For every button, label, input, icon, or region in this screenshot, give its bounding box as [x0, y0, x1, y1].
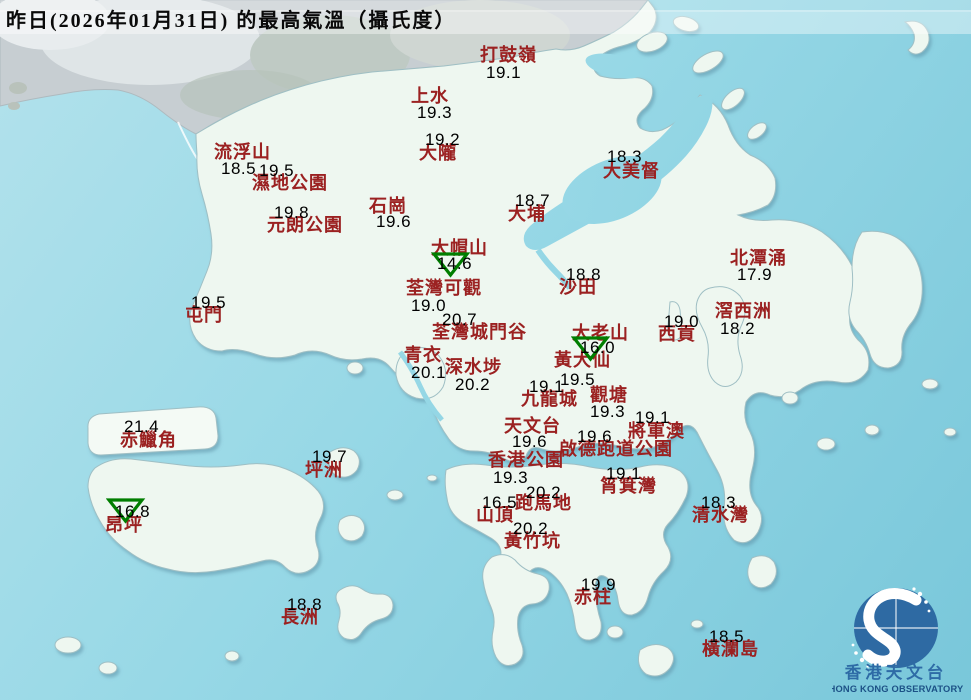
station-temp-value: 19.0: [664, 312, 700, 331]
station-temp-value: 20.2: [455, 375, 491, 394]
station-temp-value: 14.6: [437, 254, 473, 273]
station-temp-value: 19.5: [191, 293, 227, 312]
station-temp-value: 19.1: [606, 464, 642, 483]
station-temp-value: 19.0: [411, 296, 447, 315]
station-name-label: 香港公園: [488, 450, 564, 470]
station-temp-value: 18.5: [709, 627, 745, 646]
station-temp-value: 19.1: [486, 63, 522, 82]
station-temp-value: 18.5: [221, 159, 257, 178]
station-temp-value: 16.8: [115, 502, 151, 521]
station-temp-value: 19.5: [259, 161, 295, 180]
station-temp-value: 21.4: [124, 417, 160, 436]
map-title: 昨日(2026年01月31日) 的最高氣溫（攝氏度）: [6, 10, 457, 32]
station-temp-value: 20.2: [526, 483, 562, 502]
station-temp-value: 19.1: [635, 408, 671, 427]
station-temp-value: 20.2: [513, 519, 549, 538]
station-temp-value: 19.1: [529, 377, 565, 396]
hko-logo-english: HONG KONG OBSERVATORY: [832, 684, 964, 694]
station-name-label: 荃灣可觀: [406, 278, 482, 298]
station-temp-value: 18.8: [566, 265, 602, 284]
station-temp-value: 20.7: [442, 310, 478, 329]
station-temp-value: 19.7: [312, 447, 348, 466]
station-temp-value: 19.3: [590, 402, 626, 421]
station-temp-value: 16.0: [580, 338, 616, 357]
station-temp-value: 19.5: [560, 370, 596, 389]
weather-map-page: 昨日(2026年01月31日) 的最高氣溫（攝氏度） 打鼓嶺 19.1 上水 19.3…: [0, 0, 971, 700]
station-temp-value: 18.3: [607, 147, 643, 166]
hko-logo: 香港天文台 HONG KONG OBSERVATORY: [832, 587, 964, 694]
station-name-label: 滘西洲: [715, 301, 772, 321]
station-temp-value: 19.8: [274, 203, 310, 222]
station-temp-value: 16.5: [482, 493, 518, 512]
station-temp-value: 17.9: [737, 265, 773, 284]
station-temp-value: 19.6: [376, 212, 412, 231]
station-name-label: 深水埗: [445, 357, 502, 377]
station-temp-value: 18.7: [515, 191, 551, 210]
station-temp-value: 19.2: [425, 130, 461, 149]
station-temp-value: 18.3: [701, 493, 737, 512]
station-temp-value: 19.9: [581, 575, 617, 594]
station-temp-value: 19.6: [577, 427, 613, 446]
station-temp-value: 19.3: [417, 103, 453, 122]
station-name-label: 青衣: [404, 345, 442, 365]
station-name-label: 打鼓嶺: [480, 45, 537, 65]
station-temp-value: 18.8: [287, 595, 323, 614]
stations-layer: 打鼓嶺 19.1 上水 19.3 大隴 19.2 流浮山 18.5 濕地公園 19.5 元朗公園 19…: [0, 0, 971, 700]
station-temp-value: 19.3: [493, 468, 529, 487]
station-temp-value: 18.2: [720, 319, 756, 338]
station-temp-value: 19.6: [512, 432, 548, 451]
station-temp-value: 20.1: [411, 363, 447, 382]
hko-logo-chinese: 香港天文台: [845, 662, 948, 682]
